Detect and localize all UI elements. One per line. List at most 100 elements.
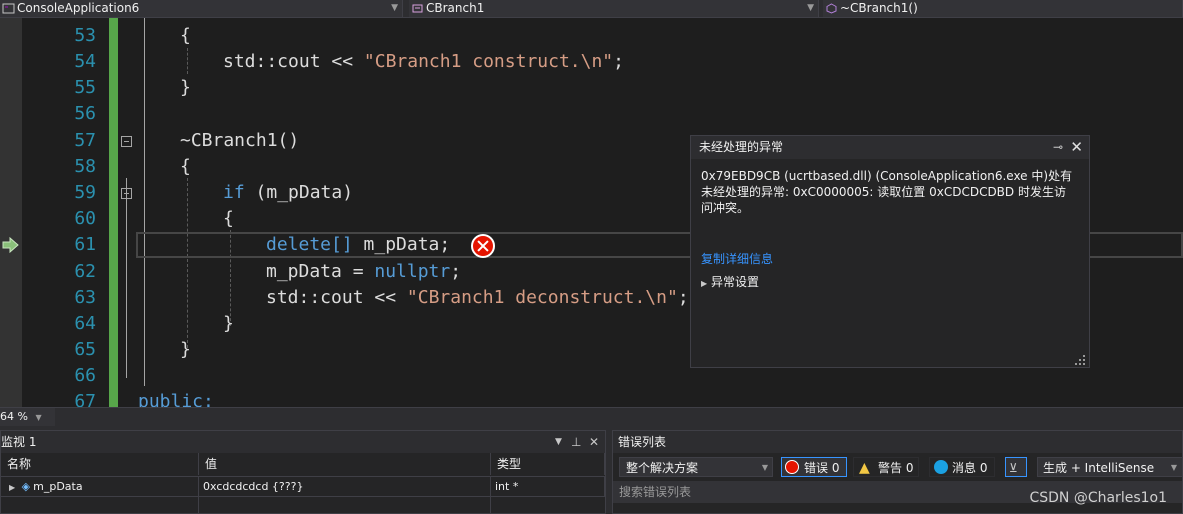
collapse-icon[interactable] [121,136,132,147]
build-filter-dropdown[interactable]: 生成 + IntelliSense ▼ [1037,457,1182,477]
class-name: CBranch1 [426,1,485,15]
expand-triangle-icon[interactable]: ▶ [9,483,15,492]
close-icon[interactable]: ✕ [1070,136,1083,159]
line-number: 54 [74,51,96,72]
code-line-63[interactable]: std::cout << "CBranch1 deconstruct.\n"; [266,285,689,311]
code-text: std::cout << [266,287,407,308]
messages-count: 消息 0 [952,461,988,475]
close-icon[interactable]: ✕ [589,431,599,453]
error-list-title: 错误列表 [618,435,667,449]
string-literal: "CBranch1 deconstruct.\n" [406,287,678,308]
line-number: 56 [74,103,96,124]
scope-value: 整个解决方案 [626,461,699,475]
code-line-59[interactable]: if (m_pData) [223,180,353,206]
method-icon [825,2,838,14]
resize-grip-icon[interactable] [1075,354,1085,365]
chevron-down-icon: ▼ [391,3,398,13]
errors-filter-button[interactable]: 错误 0 [781,457,847,477]
chevron-down-icon: ▼ [35,413,42,422]
copy-details-link[interactable]: 复制详细信息 [701,250,773,267]
build-filter-value: 生成 + IntelliSense [1043,461,1155,475]
line-number: 61 [74,234,96,255]
project-dropdown[interactable]: ConsoleApplication6 ▼ [0,0,403,17]
indent-guide [187,178,188,348]
code-text: ~CBranch1() [180,130,300,151]
line-number: 67 [74,391,96,407]
column-header-type[interactable]: 类型 [491,453,605,475]
exception-settings-toggle[interactable]: ▶ 异常设置 [701,273,759,290]
variable-icon: ◈ [21,480,31,493]
code-line-54[interactable]: std::cout << "CBranch1 construct.\n"; [223,49,624,75]
member-dropdown[interactable]: ~CBranch1() [823,0,1183,17]
empty-row[interactable] [1,496,605,513]
code-line-57[interactable]: ~CBranch1() [180,128,299,154]
messages-filter-button[interactable]: 消息 0 [929,457,995,477]
expand-triangle-icon: ▶ [701,279,708,288]
info-icon [934,460,948,474]
filter-icon: ⊻ [1009,461,1018,475]
outline-line [126,178,127,378]
watch-name-cell[interactable] [1,496,199,513]
code-line-67[interactable]: public: [138,389,214,407]
code-line-65[interactable]: } [180,337,191,363]
code-line-58[interactable]: { [180,154,191,180]
editor-status-strip: 64 % ▼ [0,407,1183,426]
line-number: 59 [74,182,96,203]
chevron-down-icon: ▼ [807,3,814,13]
execution-pointer-icon [0,235,22,255]
watch-value-cell [199,496,491,513]
window-menu-icon[interactable]: ▼ [555,431,562,453]
line-number: 55 [74,77,96,98]
filter-button[interactable]: ⊻ [1005,457,1027,477]
code-line-64[interactable]: } [223,311,234,337]
scope-dropdown[interactable]: 整个解决方案 ▼ [619,457,773,477]
pin-icon[interactable]: ⊥ [571,431,581,453]
keyword: delete[] [266,234,353,255]
pin-icon[interactable]: ⊸ [1053,136,1063,159]
code-text: std::cout << [223,51,364,72]
line-number: 65 [74,339,96,360]
watch-window: 监视 1 ▼ ⊥ ✕ 名称 值 类型 ▶ ◈ m_pData 0xcdcdcdcd… [0,430,606,514]
watch-value[interactable]: 0xcdcdcdcd {???} [199,477,491,496]
code-line-60[interactable]: { [223,206,234,232]
code-text: ; [677,287,689,308]
line-number: 64 [74,313,96,334]
warnings-filter-button[interactable]: ▲ 警告 0 [853,457,919,477]
project-name: ConsoleApplication6 [17,1,140,15]
code-text: { [223,208,234,229]
exception-message: 0x79EBD9CB (ucrtbased.dll) (ConsoleAppli… [701,169,1073,215]
line-number: 62 [74,261,96,282]
keyword: nullptr [374,261,451,282]
exception-title: 未经处理的异常 [699,140,784,154]
line-number: 53 [74,25,96,46]
code-line-53[interactable]: { [180,23,191,49]
line-number: 63 [74,287,96,308]
class-icon [411,2,424,13]
code-text: } [180,77,191,98]
code-text: { [180,156,191,177]
exception-settings-label: 异常设置 [710,275,759,289]
exception-error-icon[interactable] [471,234,495,258]
exception-helper-popup: 未经处理的异常 ⊸ ✕ 0x79EBD9CB (ucrtbased.dll) (… [690,135,1090,368]
column-header-name[interactable]: 名称 [1,453,199,475]
code-text: { [180,25,191,46]
string-literal: "CBranch1 construct.\n" [363,51,614,72]
code-line-55[interactable]: } [180,75,191,101]
code-line-61[interactable]: delete[] m_pData; [266,232,450,258]
watch-title: 监视 1 [1,435,37,449]
indent-guide [187,48,188,74]
code-text: m_pData = [266,261,375,282]
zoom-dropdown[interactable]: 64 % ▼ [0,408,55,426]
project-icon [2,2,15,14]
error-icon [785,460,799,474]
table-row[interactable]: ▶ ◈ m_pData 0xcdcdcdcd {???} int * [1,476,605,497]
column-header-value[interactable]: 值 [199,453,491,475]
code-line-62[interactable]: m_pData = nullptr; [266,259,461,285]
watermark: CSDN @Charles1o1 [1029,490,1167,506]
keyword: public: [138,391,214,407]
member-name: ~CBranch1() [840,1,918,15]
warnings-count: 警告 0 [878,461,914,475]
class-dropdown[interactable]: CBranch1 ▼ [409,0,819,17]
code-text: } [223,313,234,334]
code-text: m_pData; [352,234,451,255]
